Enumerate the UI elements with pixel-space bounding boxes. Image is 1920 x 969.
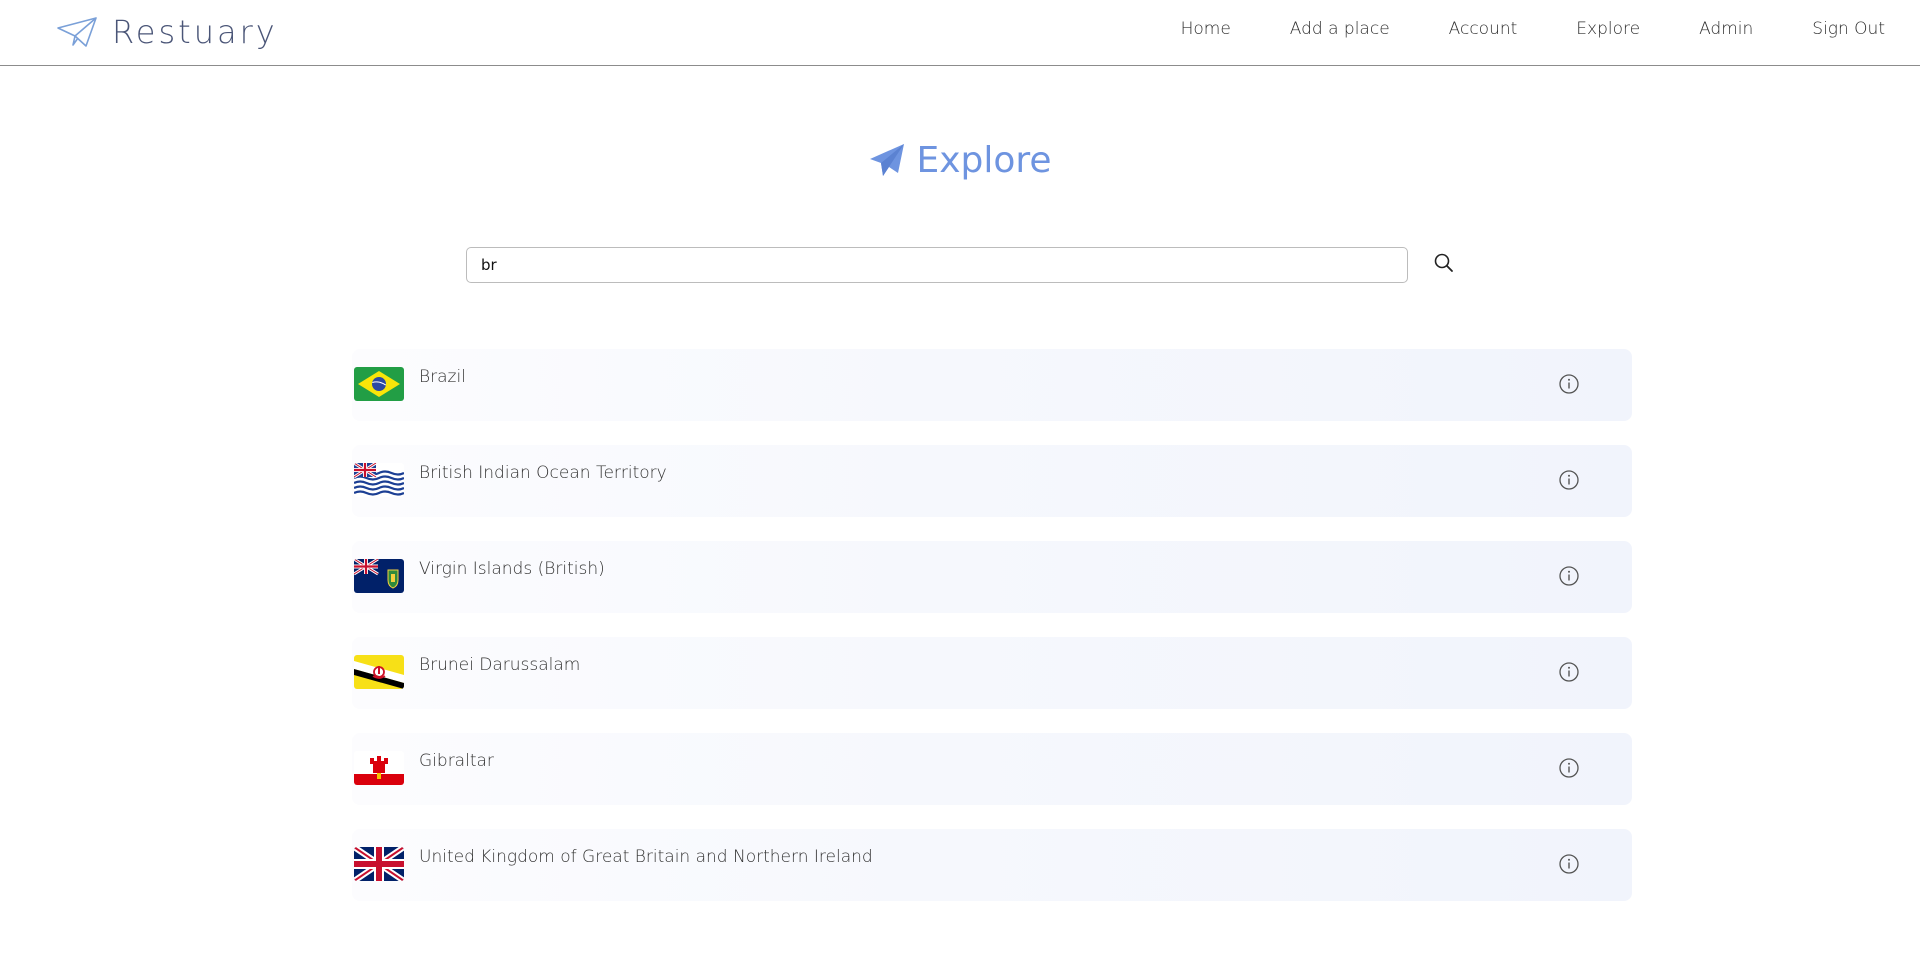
results-list: Brazil British Indian Ocean Territory Vi… [352,349,1632,925]
info-icon[interactable] [1558,469,1580,491]
nav-home[interactable]: Home [1181,19,1231,39]
paper-plane-outline-icon [57,17,97,47]
page-title: Explore [916,140,1052,181]
biot-flag-icon [354,463,404,497]
country-name: United Kingdom of Great Britain and Nort… [419,847,873,867]
brand-name: Restuary [112,13,278,51]
country-name: British Indian Ocean Territory [419,463,667,483]
list-item[interactable]: Brunei Darussalam [352,637,1632,709]
nav-account[interactable]: Account [1449,19,1518,39]
uk-flag-icon [354,847,404,881]
country-name: Brazil [419,367,466,387]
top-navbar: Restuary Home Add a place Account Explor… [0,0,1920,66]
page-heading: Explore [0,140,1920,181]
info-icon[interactable] [1558,757,1580,779]
country-name: Virgin Islands (British) [419,559,605,579]
info-icon[interactable] [1558,661,1580,683]
paper-plane-filled-icon [870,143,905,176]
search-icon[interactable] [1432,251,1456,275]
brazil-flag-icon [354,367,404,401]
list-item[interactable]: Gibraltar [352,733,1632,805]
search-bar [466,247,1456,285]
main-nav: Home Add a place Account Explore Admin S… [1122,0,1885,58]
bvi-flag-icon [354,559,404,593]
nav-add-a-place[interactable]: Add a place [1290,19,1390,39]
country-name: Gibraltar [419,751,494,771]
brand-logo-link[interactable]: Restuary [56,8,278,56]
list-item[interactable]: United Kingdom of Great Britain and Nort… [352,829,1632,901]
brunei-flag-icon [354,655,404,689]
nav-admin[interactable]: Admin [1699,19,1753,39]
info-icon[interactable] [1558,853,1580,875]
country-name: Brunei Darussalam [419,655,581,675]
search-input[interactable] [466,247,1408,283]
gibraltar-flag-icon [354,751,404,785]
list-item[interactable]: Brazil [352,349,1632,421]
info-icon[interactable] [1558,373,1580,395]
list-item[interactable]: Virgin Islands (British) [352,541,1632,613]
nav-explore[interactable]: Explore [1576,19,1640,39]
info-icon[interactable] [1558,565,1580,587]
nav-sign-out[interactable]: Sign Out [1812,19,1885,39]
list-item[interactable]: British Indian Ocean Territory [352,445,1632,517]
